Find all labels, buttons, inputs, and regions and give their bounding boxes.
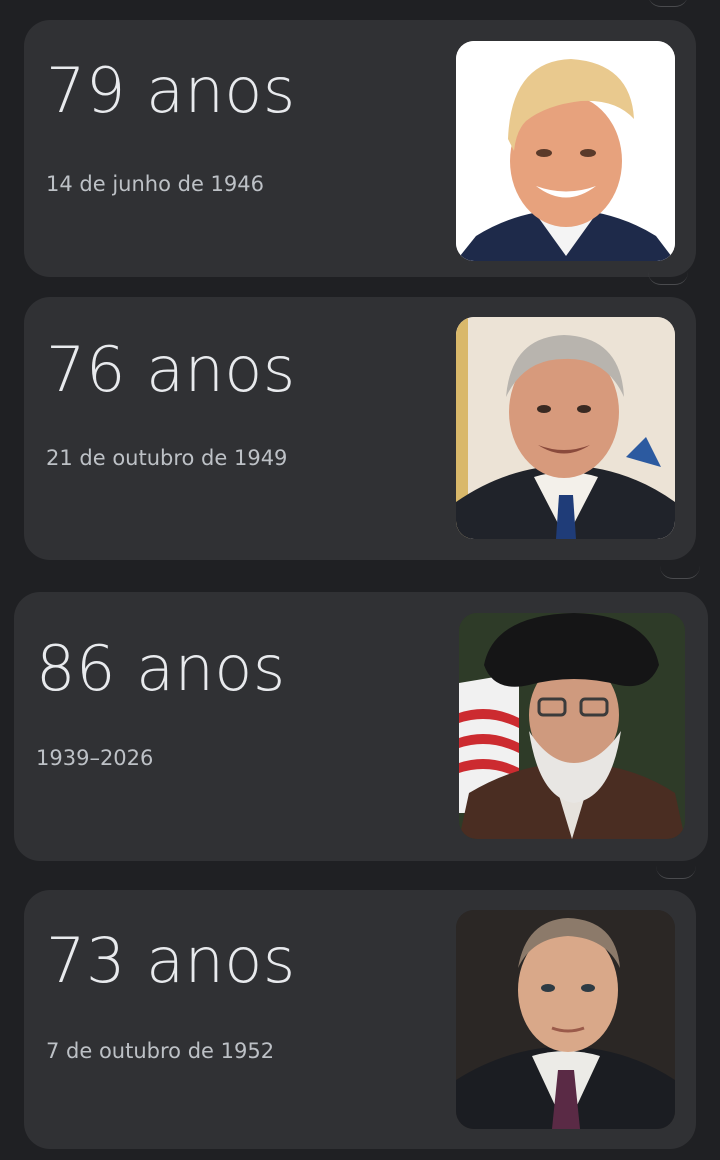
person-photo[interactable]	[456, 317, 675, 539]
person-portrait-icon	[459, 613, 685, 839]
age-result-card[interactable]: 73 anos 7 de outubro de 1952	[24, 890, 696, 1149]
age-value: 73 anos	[46, 924, 296, 997]
birth-date: 1939–2026	[36, 746, 154, 770]
person-photo[interactable]	[459, 613, 685, 839]
person-portrait-icon	[456, 910, 675, 1129]
birth-date: 21 de outubro de 1949	[46, 446, 288, 470]
person-photo[interactable]	[456, 910, 675, 1129]
age-result-card[interactable]: 76 anos 21 de outubro de 1949	[24, 297, 696, 560]
divider	[656, 866, 696, 879]
divider	[648, 272, 688, 285]
results-list: 79 anos 14 de junho de 1946 76 anos 21 d…	[0, 0, 720, 1160]
age-value: 79 anos	[46, 54, 296, 127]
birth-date: 14 de junho de 1946	[46, 172, 264, 196]
divider	[648, 0, 688, 7]
person-photo[interactable]	[456, 41, 675, 261]
birth-date: 7 de outubro de 1952	[46, 1039, 275, 1063]
person-portrait-icon	[456, 41, 675, 261]
age-result-card[interactable]: 79 anos 14 de junho de 1946	[24, 20, 696, 277]
age-value: 86 anos	[36, 632, 286, 705]
divider	[660, 566, 700, 579]
age-result-card[interactable]: 86 anos 1939–2026	[14, 592, 708, 861]
age-value: 76 anos	[46, 333, 296, 406]
person-portrait-icon	[456, 317, 675, 539]
